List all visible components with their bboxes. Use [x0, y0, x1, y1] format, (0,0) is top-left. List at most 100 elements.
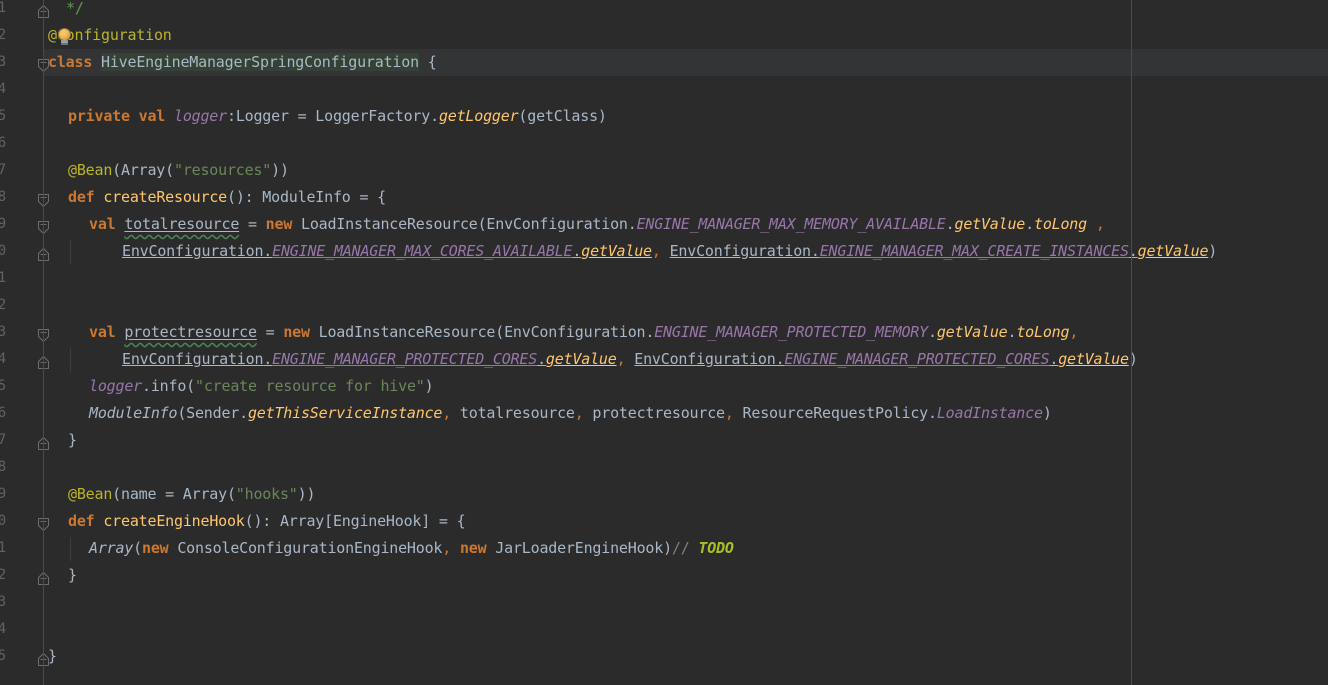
line-number[interactable]: 6	[0, 130, 6, 157]
code-line[interactable]: 25}	[0, 643, 1328, 670]
code-line[interactable]: 8def createResource(): ModuleInfo = {	[0, 184, 1328, 211]
code-token: .info(	[142, 377, 195, 395]
code-token: ConsoleConfigurationEngineHook	[169, 539, 443, 557]
code-token: JarLoaderEngineHook)	[486, 539, 671, 557]
code-token: getValue	[1058, 350, 1129, 368]
code-token: toLong	[1016, 323, 1069, 341]
code-line[interactable]: 1*/	[0, 0, 1328, 22]
code-token	[661, 242, 670, 260]
code-text: EnvConfiguration.ENGINE_MANAGER_MAX_CORE…	[122, 238, 1217, 265]
line-number[interactable]: 20	[0, 508, 6, 535]
code-text: @Bean(Array("resources"))	[68, 157, 289, 184]
code-token: :Logger = LoggerFactory.	[227, 107, 439, 125]
code-line[interactable]: 16 ModuleInfo(Sender.getThisServiceInstan…	[0, 400, 1328, 427]
indent-guide-line	[70, 348, 71, 372]
line-number[interactable]: 4	[0, 76, 6, 103]
code-token: getValue	[546, 350, 617, 368]
code-token: .	[928, 323, 937, 341]
line-number[interactable]: 23	[0, 589, 6, 616]
code-token	[165, 107, 174, 125]
code-text: EnvConfiguration.ENGINE_MANAGER_PROTECTE…	[122, 346, 1138, 373]
code-token: LoadInstance	[937, 404, 1043, 422]
code-token: new	[142, 539, 169, 557]
code-line[interactable]: 21Array(new ConsoleConfigurationEngineHo…	[0, 535, 1328, 562]
line-number[interactable]: 1	[0, 0, 6, 22]
line-number[interactable]: 25	[0, 643, 6, 670]
code-token: logger	[174, 107, 227, 125]
code-line[interactable]: 17}	[0, 427, 1328, 454]
line-number[interactable]: 12	[0, 292, 6, 319]
code-token: ,	[575, 404, 584, 422]
code-token: .	[1007, 323, 1016, 341]
line-number[interactable]: 2	[0, 22, 6, 49]
indent-guide-line	[70, 240, 71, 264]
code-token: =	[239, 215, 266, 233]
line-number[interactable]: 9	[0, 211, 6, 238]
line-number[interactable]: 21	[0, 535, 6, 562]
code-line[interactable]: 3 class HiveEngineManagerSpringConfigurat…	[0, 49, 1328, 76]
code-text: }	[68, 562, 77, 589]
code-line[interactable]: 10 EnvConfiguration.ENGINE_MANAGER_MAX_CO…	[0, 238, 1328, 265]
code-line[interactable]: 19@Bean(name = Array("hooks"))	[0, 481, 1328, 508]
code-text: def createEngineHook(): Array[EngineHook…	[68, 508, 465, 535]
code-text: ModuleInfo(Sender.getThisServiceInstance…	[89, 400, 1052, 427]
code-line[interactable]: 20 def createEngineHook(): Array[EngineHo…	[0, 508, 1328, 535]
code-token: (Array(	[112, 161, 174, 179]
intention-lightbulb-icon[interactable]	[56, 28, 72, 50]
code-line[interactable]: 4	[0, 76, 1328, 103]
code-token: getValue	[954, 215, 1025, 233]
line-number[interactable]: 15	[0, 373, 6, 400]
code-text: class HiveEngineManagerSpringConfigurati…	[48, 49, 437, 76]
code-token: getValue	[1138, 242, 1209, 260]
code-token: def	[68, 512, 95, 530]
code-line[interactable]: 23	[0, 589, 1328, 616]
code-token: protectresource	[124, 323, 256, 341]
code-line[interactable]: 7 @Bean(Array("resources"))	[0, 157, 1328, 184]
line-number[interactable]: 5	[0, 103, 6, 130]
code-line[interactable]: 2@Configuration	[0, 22, 1328, 49]
code-token-underlined: protectresource	[124, 323, 256, 341]
line-number[interactable]: 14	[0, 346, 6, 373]
line-number[interactable]: 24	[0, 616, 6, 643]
code-token: ))	[271, 161, 289, 179]
line-number[interactable]: 7	[0, 157, 6, 184]
line-number[interactable]: 18	[0, 454, 6, 481]
line-number[interactable]: 3	[0, 49, 6, 76]
line-number[interactable]: 10	[0, 238, 6, 265]
code-token: getValue	[937, 323, 1008, 341]
code-line[interactable]: 11	[0, 265, 1328, 292]
code-editor[interactable]: 1*/2@Configuration3 class HiveEngineManag…	[0, 0, 1328, 685]
code-token: ,	[1096, 215, 1105, 233]
code-line[interactable]: 22}	[0, 562, 1328, 589]
code-token: val	[89, 215, 116, 233]
line-number[interactable]: 13	[0, 319, 6, 346]
code-token: protectresource	[584, 404, 725, 422]
code-token: (name = Array(	[112, 485, 236, 503]
line-number[interactable]: 11	[0, 265, 6, 292]
code-line[interactable]: 13val protectresource = new LoadInstance…	[0, 319, 1328, 346]
code-line[interactable]: 6	[0, 130, 1328, 157]
code-line[interactable]: 24	[0, 616, 1328, 643]
line-number[interactable]: 19	[0, 481, 6, 508]
code-token: .	[811, 242, 820, 260]
line-number[interactable]: 22	[0, 562, 6, 589]
code-token: ,	[725, 404, 734, 422]
code-token: =	[257, 323, 284, 341]
code-token	[625, 350, 634, 368]
code-line[interactable]: 15logger.info("create resource for hive"…	[0, 373, 1328, 400]
code-token: ,	[442, 404, 451, 422]
code-token: (): ModuleInfo = {	[227, 188, 386, 206]
line-number[interactable]: 17	[0, 427, 6, 454]
code-token	[1087, 215, 1096, 233]
code-line[interactable]: 18	[0, 454, 1328, 481]
line-number[interactable]: 16	[0, 400, 6, 427]
code-line[interactable]: 12	[0, 292, 1328, 319]
code-token: .	[1049, 350, 1058, 368]
code-line[interactable]: 5private val logger:Logger = LoggerFacto…	[0, 103, 1328, 130]
line-number[interactable]: 8	[0, 184, 6, 211]
code-token: (	[133, 539, 142, 557]
code-line[interactable]: 9val totalresource = new LoadInstanceRes…	[0, 211, 1328, 238]
code-token: class	[48, 53, 92, 71]
code-token: ,	[442, 539, 451, 557]
code-line[interactable]: 14 EnvConfiguration.ENGINE_MANAGER_PROTEC…	[0, 346, 1328, 373]
